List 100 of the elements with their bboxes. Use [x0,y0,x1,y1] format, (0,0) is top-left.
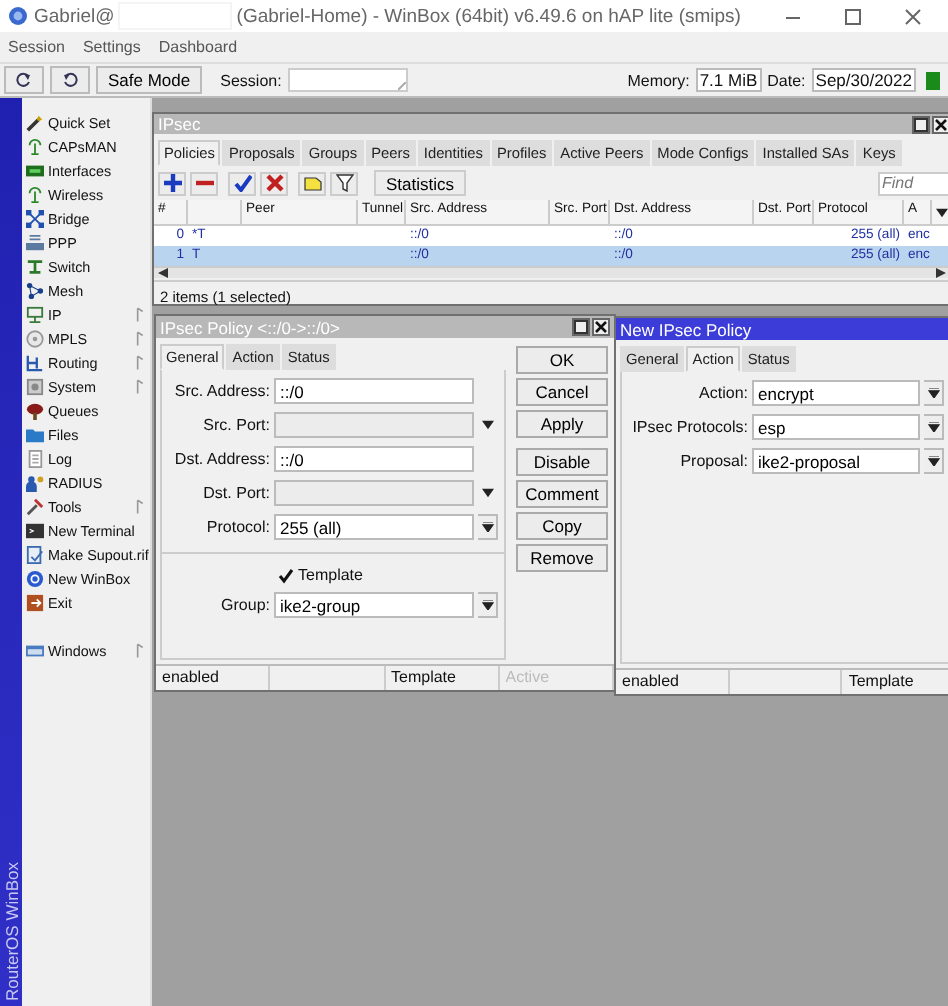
field-label: Src. Address: [172,382,270,400]
close-button[interactable] [932,115,948,133]
wand-icon [26,113,44,131]
field-label: Action: [697,384,748,402]
safe-mode-button[interactable]: Safe Mode [96,66,203,94]
window-title: IPsec Policy <::/0->::/0> [160,317,343,337]
checkbox[interactable] [278,567,294,583]
combo-field[interactable]: 255 (all) [274,514,474,540]
tree-icon [26,401,44,419]
filter-button[interactable] [330,171,358,195]
checkmark-icon [233,174,251,192]
comment-button[interactable] [298,171,326,195]
checkbox-label: Template [298,566,363,584]
maximize-icon [844,7,862,25]
ip-icon [26,305,44,323]
dropdown-arrow-icon [481,522,493,532]
window-title: Gabriel@ [34,5,115,27]
status-cell: Template [385,666,500,690]
dropdown-field[interactable] [274,480,474,506]
enable-button[interactable] [228,171,256,195]
status-cell: Template [842,670,948,694]
dropdown-arrow-icon [927,388,939,398]
window-icon [26,641,44,659]
brand-label: RouterOS WinBox [1,861,21,1000]
remove-button[interactable] [190,171,218,195]
combo-field[interactable]: encrypt [752,380,920,406]
add-button[interactable] [158,171,186,195]
redo-icon [62,72,78,88]
memory-label: Memory: [627,71,690,89]
exit-icon [26,593,44,611]
dropdown-button[interactable] [924,448,944,474]
text-field[interactable]: ::/0 [274,446,474,472]
status-cell: enabled [156,666,271,690]
session-label: Session: [220,71,282,89]
field-label: Src. Port: [201,416,270,434]
disc-icon [26,329,44,347]
dropdown-button[interactable] [478,420,498,430]
app-logo-icon [8,6,28,26]
antenna-icon [26,185,44,203]
dialog-button[interactable]: Apply [516,410,608,438]
dialog-button[interactable]: Remove [516,544,608,572]
plus-icon [163,174,181,192]
window-title: IPsec [158,114,203,134]
date-value: Sep/30/2022 [811,68,916,92]
close-button[interactable] [592,318,610,336]
dialog-button[interactable]: Disable [516,448,608,476]
filter-icon [335,174,353,192]
dropdown-arrow-icon [927,456,939,466]
network-card-icon [26,161,44,179]
resize-grip-icon [397,82,406,90]
dropdown-arrow-icon [481,600,493,610]
dialog-button[interactable]: Copy [516,512,608,540]
dropdown-button[interactable] [478,488,498,498]
combo-field[interactable]: esp [752,414,920,440]
dropdown-button[interactable] [924,380,944,406]
field-label: Proposal: [678,452,748,470]
people-icon [26,473,44,491]
dialog-button[interactable]: Comment [516,480,608,508]
ppp-icon [26,233,44,251]
combo-field[interactable]: ike2-proposal [752,448,920,474]
dropdown-button[interactable] [478,514,498,540]
restore-icon [574,320,588,334]
caret-icon [482,488,494,498]
cross-icon [265,174,283,192]
field-label: Group: [219,596,270,614]
note-icon [303,174,321,192]
menu-item[interactable]: Session [8,38,65,56]
document-icon [26,545,44,563]
combo-field[interactable]: ike2-group [274,592,474,618]
dialog-button[interactable]: OK [516,346,608,374]
dropdown-button[interactable] [478,592,498,618]
column-menu-button[interactable] [932,200,948,226]
dropdown-button[interactable] [924,414,944,440]
restore-button[interactable] [912,115,930,133]
terminal-icon [26,521,44,539]
dropdown-field[interactable] [274,412,474,438]
field-label: Dst. Port: [201,484,270,502]
field-label: Protocol: [204,518,270,536]
menu-item[interactable]: Settings [82,38,141,56]
session-field[interactable] [287,68,408,92]
document-icon [26,449,44,467]
date-label: Date: [767,71,806,89]
field-label: Dst. Address: [172,450,270,468]
dropdown-arrow-icon [927,422,939,432]
table-cell [932,246,948,266]
find-field[interactable]: Find [878,171,948,195]
menu-item[interactable]: Dashboard [158,38,238,56]
redo-button[interactable] [50,66,90,94]
restore-icon [914,117,928,131]
field-label: IPsec Protocols: [630,418,748,436]
wrench-icon [26,497,44,515]
restore-button[interactable] [572,318,590,336]
undo-button[interactable] [4,66,44,94]
statistics-button[interactable]: Statistics [374,170,467,196]
dialog-button[interactable]: Cancel [516,378,608,406]
undo-icon [16,72,32,88]
text-field[interactable]: ::/0 [274,378,474,404]
disable-button[interactable] [260,171,288,195]
antenna-icon [26,137,44,155]
bridge-icon [26,209,44,227]
